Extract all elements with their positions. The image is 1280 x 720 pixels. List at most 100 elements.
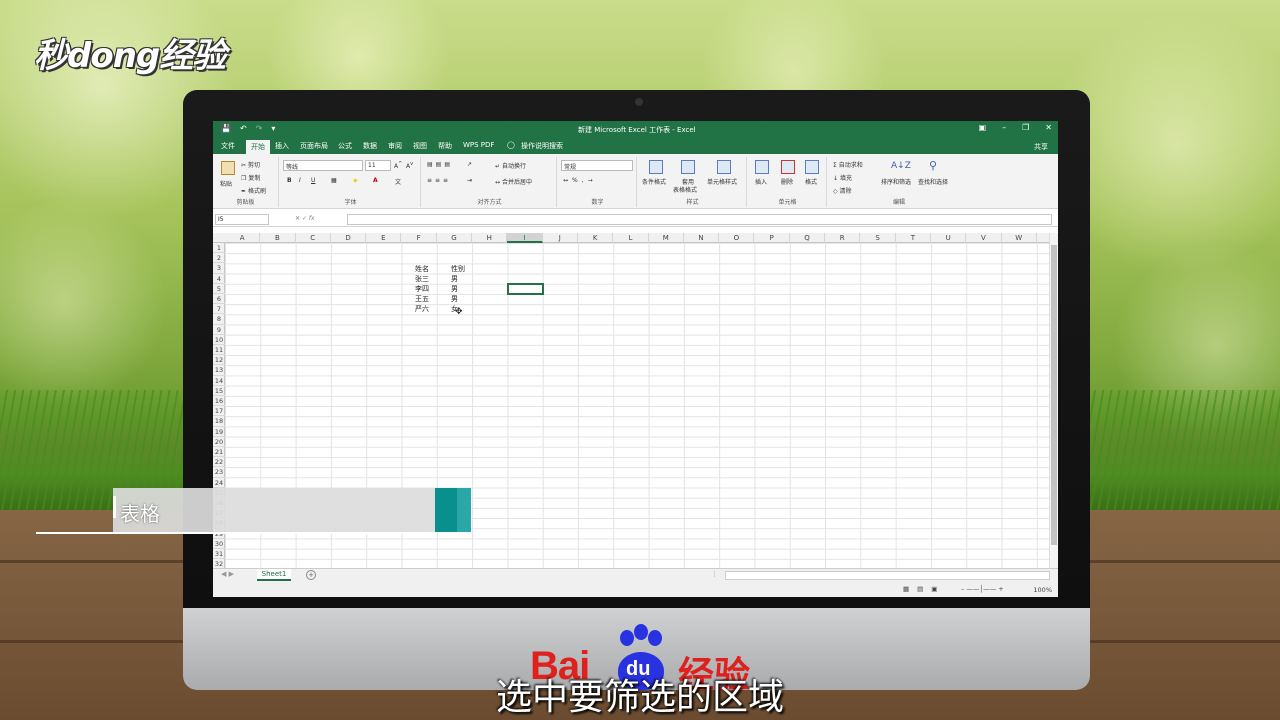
tab-home[interactable]: 开始 (246, 140, 270, 154)
row-header-2[interactable]: 2 (213, 253, 225, 264)
row-header-12[interactable]: 12 (213, 355, 225, 366)
undo-icon[interactable]: ↶ (240, 124, 247, 133)
cell-f6[interactable]: 王五 (415, 294, 429, 304)
row-header-10[interactable]: 10 (213, 335, 225, 345)
paste-icon[interactable] (221, 161, 235, 175)
save-icon[interactable]: 💾 (221, 124, 231, 133)
column-header-q[interactable]: Q (790, 233, 826, 243)
underline-icon[interactable]: U (311, 177, 315, 184)
row-header-3[interactable]: 3 (213, 263, 225, 274)
fx-icon[interactable]: ✕ ✓ fx (295, 215, 315, 222)
restore-icon[interactable]: ❐ (1022, 123, 1029, 132)
copy-button[interactable]: ❐ 复制 (241, 173, 260, 182)
format-painter-button[interactable]: ✒ 格式刷 (241, 186, 266, 195)
column-header-e[interactable]: E (366, 233, 402, 243)
row-header-19[interactable]: 19 (213, 427, 225, 437)
column-header-d[interactable]: D (331, 233, 367, 243)
row-header-8[interactable]: 8 (213, 314, 225, 325)
row-header-13[interactable]: 13 (213, 365, 225, 376)
cell-f7[interactable]: 严六 (415, 304, 429, 314)
tab-data[interactable]: 数据 (363, 141, 377, 151)
row-header-18[interactable]: 18 (213, 416, 225, 427)
cell-f5[interactable]: 李四 (415, 284, 429, 294)
column-header-r[interactable]: R (825, 233, 861, 243)
shrink-font-icon[interactable]: Av (406, 161, 413, 170)
column-header-b[interactable]: B (260, 233, 296, 243)
row-header-5[interactable]: 5 (213, 284, 225, 294)
formula-input[interactable] (347, 214, 1052, 225)
row-header-16[interactable]: 16 (213, 396, 225, 407)
row-header-17[interactable]: 17 (213, 406, 225, 417)
column-header-m[interactable]: M (649, 233, 684, 243)
sheet-nav-arrows[interactable]: ◀ ▶ (221, 570, 234, 578)
minimize-icon[interactable]: – (1002, 123, 1006, 132)
cell-g4[interactable]: 男 (451, 274, 458, 284)
fill-button[interactable]: ↓ 填充 (833, 173, 852, 182)
tab-view[interactable]: 视图 (413, 141, 427, 151)
row-header-11[interactable]: 11 (213, 345, 225, 356)
paste-button[interactable]: 粘贴 (220, 179, 232, 188)
grow-font-icon[interactable]: A^ (394, 161, 402, 170)
column-header-k[interactable]: K (578, 233, 614, 243)
row-header-15[interactable]: 15 (213, 386, 225, 396)
customize-qat-icon[interactable]: ▾ (271, 124, 275, 133)
delete-cells-icon[interactable] (781, 160, 795, 174)
cell-f3[interactable]: 姓名 (415, 264, 429, 274)
font-color-icon[interactable]: A (373, 177, 378, 184)
orientation-icon[interactable]: ↗ (467, 161, 472, 168)
cell-styles-button[interactable]: 单元格样式 (707, 177, 737, 186)
horizontal-align-icons[interactable]: ≡≡≡ (427, 177, 451, 184)
format-cells-icon[interactable] (805, 160, 819, 174)
view-mode-icons[interactable]: ▦▤▣ (903, 585, 945, 593)
sheet-tab-sheet1[interactable]: Sheet1 (257, 569, 291, 581)
redo-icon[interactable]: ↷ (256, 124, 263, 133)
vertical-scrollbar[interactable] (1049, 233, 1058, 568)
column-header-p[interactable]: P (755, 233, 790, 243)
column-header-u[interactable]: U (931, 233, 967, 243)
tab-file[interactable]: 文件 (221, 141, 235, 151)
horizontal-scrollbar[interactable] (725, 571, 1050, 580)
row-header-21[interactable]: 21 (213, 447, 225, 458)
row-header-20[interactable]: 20 (213, 437, 225, 447)
column-header-n[interactable]: N (684, 233, 720, 243)
vertical-scroll-thumb[interactable] (1051, 245, 1057, 545)
font-size-select[interactable]: 11 (365, 160, 391, 171)
row-header-24[interactable]: 24 (213, 478, 225, 488)
name-box[interactable]: I5 (215, 214, 269, 225)
merge-center-button[interactable]: ↔ 合并后居中 (495, 177, 532, 186)
conditional-format-button[interactable]: 条件格式 (642, 177, 666, 186)
zoom-slider[interactable]: – ——│—— + (961, 585, 1004, 593)
row-header-1[interactable]: 1 (213, 243, 225, 254)
row-header-30[interactable]: 30 (213, 539, 225, 549)
row-header-31[interactable]: 31 (213, 549, 225, 560)
row-header-14[interactable]: 14 (213, 376, 225, 386)
tab-help[interactable]: 帮助 (438, 141, 452, 151)
share-button[interactable]: 共享 (1034, 142, 1048, 152)
column-header-f[interactable]: F (402, 233, 437, 243)
row-header-4[interactable]: 4 (213, 274, 225, 284)
format-cells-button[interactable]: 格式 (805, 177, 817, 186)
column-header-h[interactable]: H (472, 233, 508, 243)
column-header-o[interactable]: O (719, 233, 755, 243)
tab-split-handle[interactable]: ⋮ (711, 570, 718, 578)
cell-g5[interactable]: 男 (451, 284, 458, 294)
column-header-j[interactable]: J (543, 233, 578, 243)
phonetic-icon[interactable]: 文 (395, 177, 401, 186)
insert-cells-button[interactable]: 插入 (755, 177, 767, 186)
indent-icon[interactable]: ⇥ (467, 177, 472, 184)
find-icon[interactable]: ⚲ (929, 159, 937, 172)
row-header-23[interactable]: 23 (213, 467, 225, 478)
tab-page-layout[interactable]: 页面布局 (300, 141, 328, 151)
column-header-v[interactable]: V (966, 233, 1002, 243)
column-header-c[interactable]: C (296, 233, 331, 243)
delete-cells-button[interactable]: 删除 (781, 177, 793, 186)
column-header-g[interactable]: G (437, 233, 473, 243)
row-header-6[interactable]: 6 (213, 294, 225, 305)
column-header-l[interactable]: L (613, 233, 649, 243)
bold-icon[interactable]: B (287, 177, 292, 184)
column-header-s[interactable]: S (860, 233, 896, 243)
font-name-select[interactable]: 等线 (283, 160, 363, 171)
cut-button[interactable]: ✂ 剪切 (241, 160, 260, 169)
autosum-button[interactable]: Σ 自动求和 (833, 160, 863, 169)
tab-insert[interactable]: 插入 (275, 141, 289, 151)
